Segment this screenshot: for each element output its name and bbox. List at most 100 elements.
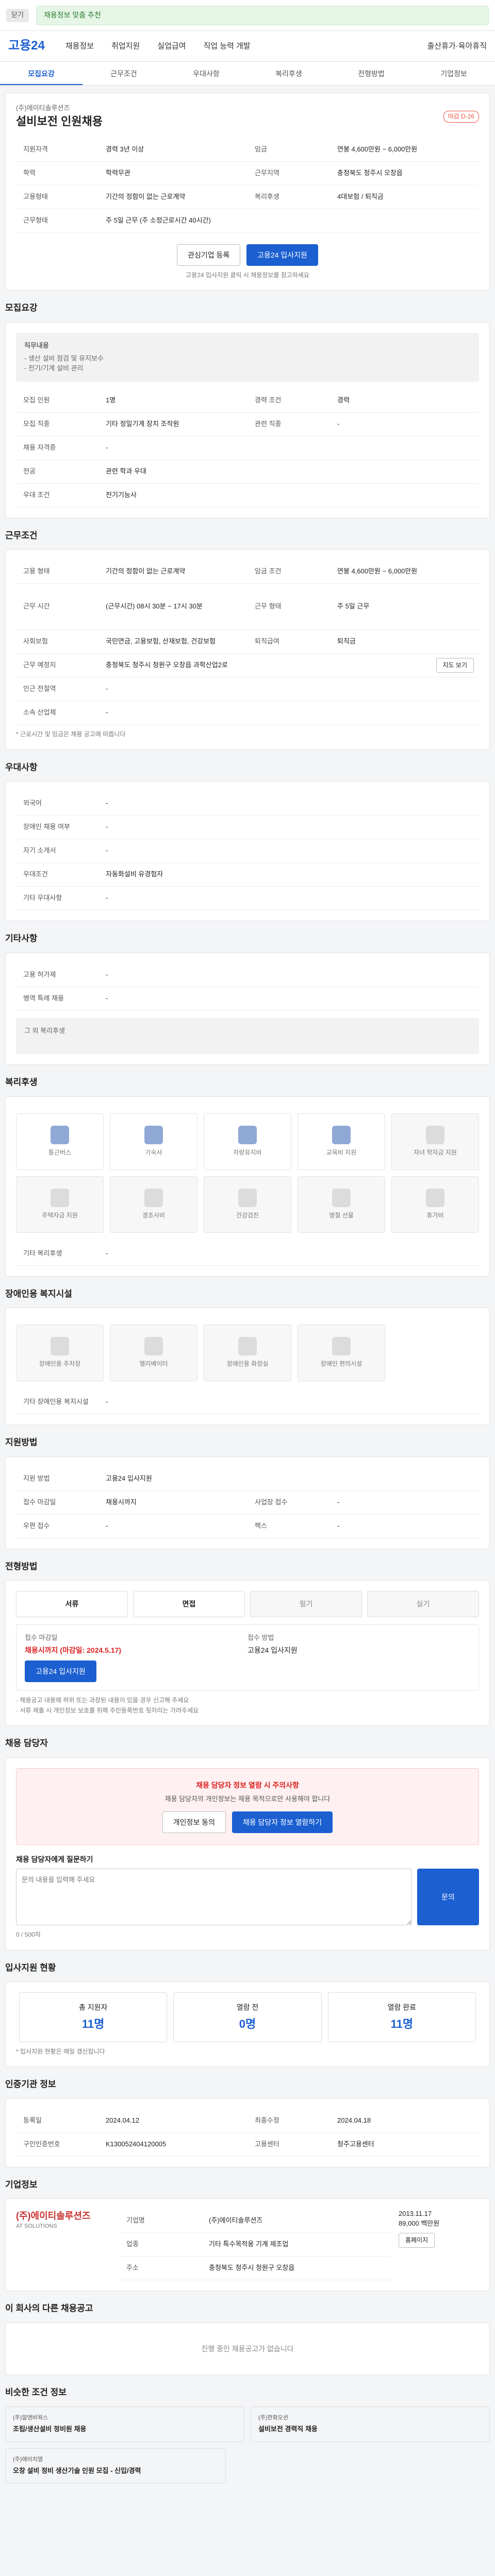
pref-key: 자기 소개서 — [23, 846, 56, 855]
step-practical: 실기 — [367, 1591, 479, 1617]
disable-tile: 장애인용 화장실 — [204, 1325, 291, 1382]
similar-card[interactable]: (주)알앤비웍스 조립/생산설비 정비원 채용 — [5, 2406, 244, 2442]
map-button[interactable]: 지도 보기 — [436, 658, 474, 673]
welfare-label: 건강검진 — [236, 1211, 259, 1219]
disable-section: 장애인용 주차장 엘리베이터 장애인용 화장실 장애인 편의시설 기타 장애인용 복지… — [5, 1308, 490, 1426]
welfare-icon — [426, 1188, 444, 1207]
conditions-title: 근무조건 — [5, 530, 38, 540]
cond-key: 사회보험 — [23, 637, 48, 646]
cond-key: 근무 예정지 — [23, 661, 56, 669]
disable-icon — [332, 1337, 351, 1356]
step-interview: 면접 — [133, 1591, 245, 1617]
summary-key: 근무지역 — [255, 168, 279, 177]
duty-title: 직무내용 — [24, 342, 49, 350]
cond-footnote: * 근로시간 및 임금은 채용 공고에 따릅니다 — [16, 731, 126, 738]
similar-company: (주)에이치엠 — [13, 2456, 43, 2463]
summary-key: 지원자격 — [23, 145, 48, 153]
method-label: 접수 방법 — [248, 1633, 274, 1641]
company-since: 2013.11.17 — [399, 2210, 432, 2218]
top-banner: 닫기 채용정보 맞춤 추천 — [0, 0, 495, 31]
extra-section: 고용 허가제 - 병역 특례 채용 - 그 외 복리후생 — [5, 952, 490, 1065]
stat-read: 열람 완료 11명 — [327, 1992, 476, 2042]
cond-value: 국민연금, 고용보험, 산재보험, 건강보험 — [106, 637, 216, 646]
apply-hint: 고용24 입사지원 클릭 시 채용정보를 참고하세요 — [186, 272, 309, 279]
extra-value: - — [106, 970, 108, 978]
welfare-label: 기숙사 — [145, 1148, 162, 1156]
apply-button[interactable]: 고용24 입사지원 — [246, 244, 318, 266]
nav-training[interactable]: 직업 능력 개발 — [203, 41, 250, 52]
welfare-label: 교육비 지원 — [326, 1148, 357, 1156]
welfare-tile: 휴가비 — [391, 1176, 479, 1233]
company-logo: (주)에이티솔루션즈 — [16, 2211, 91, 2222]
process-apply-button[interactable]: 고용24 입사지원 — [25, 1660, 96, 1683]
nav-unemployment[interactable]: 실업급여 — [157, 41, 186, 52]
company-section: (주)에이티솔루션즈 AT SOLUTIONS 기업명 (주)에이티솔루션즈 업종… — [5, 2198, 490, 2292]
tab-company[interactable]: 기업정보 — [412, 62, 495, 85]
recruit-value: 관련 학과 우대 — [106, 467, 146, 475]
recommend-banner[interactable]: 채용정보 맞춤 추천 — [36, 5, 489, 25]
disable-grid: 장애인용 주차장 엘리베이터 장애인용 화장실 장애인 편의시설 — [16, 1325, 479, 1382]
welfare-label: 경조사비 — [142, 1211, 166, 1219]
contact-warning-title: 채용 담당자 정보 열람 시 주의사항 — [196, 1781, 299, 1789]
homepage-button[interactable]: 홈페이지 — [399, 2232, 435, 2248]
summary-key: 근무형태 — [23, 216, 48, 224]
question-input[interactable] — [16, 1869, 412, 1926]
preference-section: 외국어 - 장애인 채용 여부 - 자기 소개서 - 우대조건 자동화설비 유경험자 기… — [5, 781, 490, 922]
welfare-icon — [238, 1125, 257, 1144]
similar-card[interactable]: (주)한화오션 설비보전 경력직 채용 — [251, 2406, 490, 2442]
disable-tile: 장애인 편의시설 — [298, 1325, 385, 1382]
site-logo[interactable]: 고용24 — [8, 37, 45, 55]
meta-key: 등록일 — [23, 2116, 42, 2124]
close-chip[interactable]: 닫기 — [6, 8, 29, 22]
similar-card[interactable]: (주)에이치엠오창 설비 정비 생산기술 인원 모집 - 신입/경력 — [5, 2448, 226, 2484]
pref-key: 우대조건 — [23, 870, 48, 878]
summary-value: 연봉 4,600만원 ~ 6,000만원 — [337, 145, 418, 153]
stat-label: 열람 완료 — [387, 2003, 417, 2012]
cond-value: (근무시간) 08시 30분 ~ 17시 30분 — [106, 602, 203, 611]
process-note: · 서류 제출 시 개인정보 보호를 위해 주민등록번호 뒷자리는 가려주세요 — [16, 1706, 199, 1714]
detail-tabs: 모집요강 근무조건 우대사항 복리후생 전형방법 기업정보 — [0, 62, 495, 86]
pref-value: - — [106, 799, 108, 807]
recruit-value: - — [337, 419, 340, 428]
meta-key: 최종수정 — [255, 2116, 279, 2124]
nav-support[interactable]: 취업지원 — [111, 41, 140, 52]
meta-section: 등록일 2024.04.12 최종수정 2024.04.18 구인인증번호 K13005… — [5, 2098, 490, 2167]
process-note: · 채용공고 내용에 허위 또는 과장된 내용이 있을 경우 신고해 주세요 — [16, 1697, 189, 1704]
tab-process[interactable]: 전형방법 — [330, 62, 412, 85]
welfare-icon — [51, 1188, 69, 1207]
recruit-key: 모집 인원 — [23, 396, 50, 404]
welfare-label: 명절 선물 — [329, 1211, 354, 1219]
cond-value: 연봉 4,600만원 ~ 6,000만원 — [337, 567, 418, 575]
cond-value: - — [106, 685, 108, 693]
job-title: 설비보전 인원채용 — [16, 114, 103, 128]
apply-value: 채용시까지 — [106, 1498, 137, 1506]
interest-button[interactable]: 관심기업 등록 — [177, 244, 241, 266]
contact-section: 채용 담당자 정보 열람 시 주의사항 채용 담당자의 개인정보는 채용 목적으… — [5, 1757, 490, 1951]
tab-welfare[interactable]: 복리후생 — [248, 62, 330, 85]
process-section: 서류 면접 필기 실기 접수 마감일 채용시까지 (마감일: 2024.5.17… — [5, 1580, 490, 1726]
summary-value: 기간의 정함이 없는 근로계약 — [106, 192, 186, 200]
question-count: 0 / 500자 — [16, 1931, 41, 1939]
nav-leave[interactable]: 출산휴가·육아휴직 — [427, 41, 487, 52]
extra-value: - — [106, 994, 108, 1002]
stats-section: 총 지원자 11명 열람 전 0명 열람 완료 11명 * 입사지원 현황은 매일 갱… — [5, 1981, 490, 2067]
recruit-key: 채용 자격증 — [23, 443, 56, 451]
disable-icon — [144, 1337, 163, 1356]
nav-jobs[interactable]: 채용정보 — [65, 41, 94, 52]
similar-job: 오창 설비 정비 생산기술 인원 모집 - 신입/경력 — [13, 2466, 141, 2475]
welfare-icon — [332, 1125, 351, 1144]
disable-icon — [238, 1337, 257, 1356]
meta-key: 고용센터 — [255, 2140, 279, 2148]
tab-conditions[interactable]: 근무조건 — [82, 62, 165, 85]
step-written: 필기 — [250, 1591, 362, 1617]
disable-label: 장애인 편의시설 — [320, 1360, 362, 1368]
tab-recruit[interactable]: 모집요강 — [0, 62, 82, 85]
recruit-key: 경력 조건 — [255, 396, 282, 404]
tab-preference[interactable]: 우대사항 — [165, 62, 248, 85]
duty-line: - 생산 설비 점검 및 유지보수 — [24, 354, 104, 362]
consent-button[interactable]: 개인정보 동의 — [162, 1811, 226, 1834]
pref-value: - — [106, 894, 108, 902]
question-submit[interactable]: 문의 — [417, 1869, 479, 1926]
disable-memo-value: - — [106, 1398, 108, 1406]
view-contact-button[interactable]: 채용 담당자 정보 열람하기 — [232, 1811, 333, 1834]
